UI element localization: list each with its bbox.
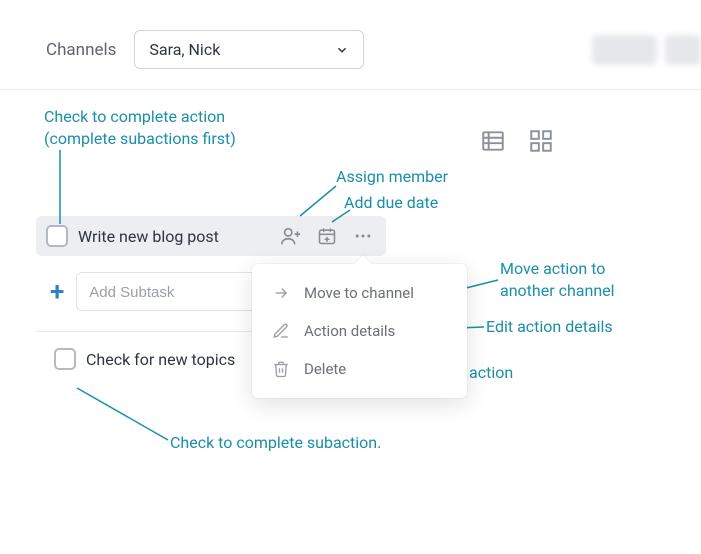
calendar-plus-icon <box>317 226 337 246</box>
edit-icon <box>272 322 290 340</box>
channel-dropdown[interactable]: Sara, Nick <box>134 30 364 69</box>
anno-assign-member: Assign member <box>336 166 448 188</box>
view-toggles <box>480 128 554 158</box>
menu-action-details[interactable]: Action details <box>252 312 467 350</box>
channel-dropdown-value: Sara, Nick <box>149 40 220 59</box>
person-plus-icon <box>280 225 302 247</box>
subtask-checkbox[interactable] <box>54 348 76 370</box>
chevron-down-icon <box>335 43 349 57</box>
more-options-button[interactable] <box>350 226 376 246</box>
grid-icon <box>528 128 554 154</box>
menu-move-to-channel[interactable]: Move to channel <box>252 274 467 312</box>
anno-move-action: Move action to another channel <box>500 258 615 301</box>
header-bar: Channels Sara, Nick <box>0 0 701 90</box>
list-icon <box>480 128 506 154</box>
task-checkbox[interactable] <box>46 225 68 247</box>
anno-check-main: Check to complete action (complete subac… <box>44 106 236 149</box>
menu-delete-label: Delete <box>304 360 346 378</box>
menu-delete[interactable]: Delete <box>252 350 467 388</box>
menu-details-label: Action details <box>304 322 395 340</box>
assign-member-button[interactable] <box>278 225 304 247</box>
trash-icon <box>272 360 290 378</box>
add-due-date-button[interactable] <box>314 226 340 246</box>
more-horizontal-icon <box>353 226 373 246</box>
context-menu: Move to channel Action details Delete <box>252 264 467 398</box>
anno-edit-details: Edit action details <box>486 316 613 338</box>
menu-move-label: Move to channel <box>304 284 414 302</box>
arrow-right-icon <box>272 284 290 302</box>
list-view-button[interactable] <box>480 128 506 158</box>
add-subtask-button[interactable]: + <box>50 277 64 307</box>
task-title: Write new blog post <box>78 227 268 246</box>
header-blurred-actions <box>592 35 701 65</box>
channels-label: Channels <box>46 40 116 60</box>
anno-add-due-date: Add due date <box>344 192 438 214</box>
task-row-main[interactable]: Write new blog post <box>36 216 386 256</box>
anno-check-sub: Check to complete subaction. <box>170 432 381 454</box>
grid-view-button[interactable] <box>528 128 554 158</box>
